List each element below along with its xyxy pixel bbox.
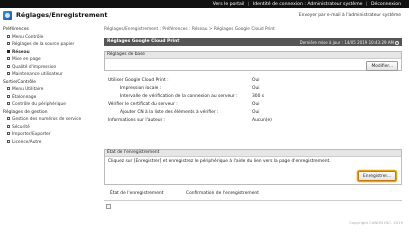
nav-item-utility-menu[interactable]: Menu Utilitaire [0, 86, 92, 94]
modify-button[interactable]: Modifier... [366, 61, 398, 71]
bullet-icon [7, 132, 10, 135]
top-bar: Vers le portail | Identité de connexion … [0, 0, 409, 8]
login-identity: Identité de connexion : Administrateur s… [252, 1, 363, 7]
section-titlebar: Réglages Google Cloud Print Dernière mis… [104, 38, 402, 46]
nav-item-user-maintenance[interactable]: Maintenance utilisateur [0, 71, 92, 79]
bullet-icon [7, 117, 10, 120]
nav-section-output: Sortie/Contrôle [3, 79, 36, 85]
last-update: Dernière mise à jour : 14/05 2019 10:43:… [300, 40, 399, 45]
setting-label: Informations sur l'auteur : [108, 118, 166, 123]
bullet-icon [7, 64, 10, 68]
header: Réglages/Enregistrement Envoyer par e-ma… [0, 8, 409, 22]
bullet-icon [7, 124, 10, 128]
setting-label: Ajouter CN à la liste des éléments à vér… [120, 110, 219, 115]
registration-panel: État de l'enregistrement Cliquez sur [En… [104, 149, 402, 185]
bullet-icon [7, 57, 10, 60]
nav-item-network[interactable]: Réseau [0, 49, 92, 57]
registration-status-value: Confirmation de l'enregistrement [186, 191, 259, 196]
nav-item-print-quality[interactable]: Qualité d'impression [0, 64, 92, 72]
bullet-icon [7, 72, 10, 75]
registration-status-label: État de l'enregistrement [110, 191, 164, 196]
page-title: Réglages/Enregistrement [16, 11, 108, 19]
settings-logo-icon [3, 11, 12, 20]
nav-item-layout[interactable]: Mise en page [0, 56, 92, 64]
setting-value: Aucun(e) [252, 118, 272, 123]
bullet-icon [7, 42, 10, 45]
section-title: Réglages Google Cloud Print [107, 39, 180, 45]
nav-item-security[interactable]: Sécurité [0, 124, 92, 132]
sidebar: Préférences Menu Contrôle Réglages de la… [0, 26, 92, 214]
registration-instruction: Cliquez sur [Enregistrer] et enregistrez… [108, 159, 331, 164]
nav-item-paper-source[interactable]: Réglages de la source papier [0, 41, 92, 49]
copyright: Copyright CANON INC. 2019 [349, 220, 403, 225]
register-button[interactable]: Enregistrer... [358, 171, 396, 181]
page-top-icon[interactable] [106, 204, 111, 209]
email-admin-link[interactable]: Envoyer par e-mail à l'administrateur sy… [299, 13, 401, 18]
nav-item-menu-controle[interactable]: Menu Contrôle [0, 34, 92, 42]
setting-label: Vérifier le certificat du serveur : [108, 102, 178, 107]
refresh-icon[interactable] [395, 40, 399, 45]
nav-section-preferences: Préférences [3, 27, 29, 32]
top-links: Vers le portail | Identité de connexion … [212, 1, 401, 7]
divider [104, 200, 402, 201]
setting-value: Oui [252, 102, 260, 107]
nav-item-calibration[interactable]: Étalonnage [0, 94, 92, 102]
bullet-icon [7, 34, 10, 38]
nav-section-management: Réglages de gestion [3, 109, 48, 115]
main-content: Réglages/Enregistrement : Préférences : … [104, 24, 402, 216]
bullet-icon [7, 102, 10, 105]
setting-label: Impression locale : [120, 86, 162, 91]
setting-label: Intervalle de vérification de la connexi… [120, 94, 238, 99]
bullet-icon [7, 139, 10, 143]
nav-item-device-control[interactable]: Contrôle du périphérique [0, 101, 92, 109]
portal-link[interactable]: Vers le portail [213, 2, 245, 7]
nav-item-service-numbers[interactable]: Gestion des numéros de service [0, 116, 92, 124]
bullet-icon [7, 49, 10, 53]
setting-value: Oui [252, 78, 260, 83]
nav-item-license[interactable]: Licence/Autre [0, 139, 92, 147]
logout-link[interactable]: Déconnexion [371, 2, 401, 7]
registration-heading: État de l'enregistrement [105, 150, 401, 157]
bullet-icon [7, 87, 10, 90]
bullet-icon [7, 94, 10, 98]
basic-settings-heading: Réglages de base [105, 52, 401, 59]
setting-value: Oui [252, 86, 260, 91]
basic-settings-panel: Réglages de base Modifier... [104, 51, 402, 71]
setting-value: 300 s [252, 94, 265, 99]
setting-label: Utiliser Google Cloud Print : [108, 78, 169, 83]
setting-value: Oui [252, 110, 260, 115]
breadcrumb: Réglages/Enregistrement : Préférences : … [104, 27, 275, 32]
nav-item-import-export[interactable]: Importer/Exporter [0, 131, 92, 139]
